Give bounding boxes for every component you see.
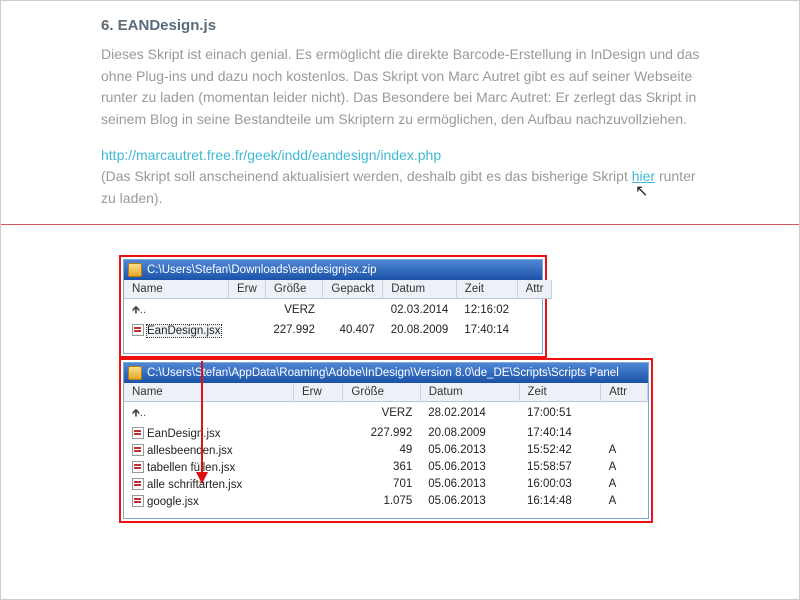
col-header[interactable]: Name (124, 383, 294, 402)
cell-date: 20.08.2009 (420, 425, 519, 442)
col-header[interactable]: Zeit (519, 383, 601, 402)
cell-erw (294, 459, 343, 476)
cell-attr (601, 401, 648, 425)
section-paragraph: Dieses Skript ist einach genial. Es ermö… (101, 44, 709, 131)
note-prefix: (Das Skript soll anscheinend aktualisier… (101, 168, 632, 184)
cell-time: 15:58:57 (519, 459, 601, 476)
cell-size: 49 (343, 442, 420, 459)
cell-attr: A (601, 476, 648, 493)
table-row[interactable]: google.jsx 1.07505.06.201316:14:48A (124, 493, 648, 510)
up-icon: 🡹.. (132, 404, 146, 423)
cell-attr: A (601, 459, 648, 476)
file-icon (132, 478, 144, 490)
red-arrow (201, 361, 203, 483)
cell-erw (294, 425, 343, 442)
cell-date: 05.06.2013 (420, 493, 519, 510)
col-header[interactable]: Name (124, 280, 229, 299)
cell-date: 20.08.2009 (383, 322, 457, 339)
cell-erw (294, 476, 343, 493)
cell-size: 227.992 (265, 322, 323, 339)
cell-size: 361 (343, 459, 420, 476)
cell-name: alle schriftarten.jsx (124, 476, 294, 493)
folder-icon (128, 366, 142, 380)
cell-erw (229, 322, 266, 339)
cell-name: EanDesign.jsx (124, 322, 229, 339)
screenshot-scripts-panel: C:\Users\Stefan\AppData\Roaming\Adobe\In… (119, 358, 653, 523)
table-row[interactable]: 🡹.. VERZ 02.03.201412:16:02 (124, 298, 552, 322)
col-header[interactable]: Datum (420, 383, 519, 402)
col-header[interactable]: Gepackt (323, 280, 383, 299)
cell-name: allesbeenden.jsx (124, 442, 294, 459)
col-header[interactable]: Zeit (456, 280, 517, 299)
cell-size: 701 (343, 476, 420, 493)
path-1: C:\Users\Stefan\Downloads\eandesignjsx.z… (147, 264, 376, 276)
folder-icon (128, 263, 142, 277)
col-header[interactable]: Attr (517, 280, 552, 299)
cell-attr (601, 425, 648, 442)
cell-size: 227.992 (343, 425, 420, 442)
cell-time: 12:16:02 (456, 298, 517, 322)
cell-size: VERZ (343, 401, 420, 425)
cell-time: 16:14:48 (519, 493, 601, 510)
col-header[interactable]: Erw (229, 280, 266, 299)
cell-attr: A (601, 442, 648, 459)
file-icon (132, 495, 144, 507)
cell-attr (517, 322, 552, 339)
file-icon (132, 461, 144, 473)
cell-date: 02.03.2014 (383, 298, 457, 322)
cell-date: 28.02.2014 (420, 401, 519, 425)
cell-name: 🡹.. (124, 298, 229, 322)
cell-name: tabellen füllen.jsx (124, 459, 294, 476)
section-title: 6. EANDesign.js (101, 17, 709, 34)
path-2: C:\Users\Stefan\AppData\Roaming\Adobe\In… (147, 367, 619, 379)
col-header[interactable]: Datum (383, 280, 457, 299)
hier-link[interactable]: hier (632, 168, 655, 184)
cell-date: 05.06.2013 (420, 476, 519, 493)
cell-attr (517, 298, 552, 322)
cell-date: 05.06.2013 (420, 442, 519, 459)
screenshots-area: C:\Users\Stefan\Downloads\eandesignjsx.z… (1, 255, 799, 523)
cell-attr: A (601, 493, 648, 510)
screenshot-zip: C:\Users\Stefan\Downloads\eandesignjsx.z… (119, 255, 547, 358)
titlebar-1: C:\Users\Stefan\Downloads\eandesignjsx.z… (124, 260, 542, 280)
table-row[interactable]: EanDesign.jsx 227.99240.40720.08.200917:4… (124, 322, 552, 339)
col-header[interactable]: Größe (265, 280, 323, 299)
cell-packed: 40.407 (323, 322, 383, 339)
download-link[interactable]: http://marcautret.free.fr/geek/indd/eand… (101, 147, 441, 163)
cell-time: 15:52:42 (519, 442, 601, 459)
cell-time: 17:40:14 (519, 425, 601, 442)
file-icon (132, 427, 144, 439)
cell-erw (294, 493, 343, 510)
col-header[interactable]: Attr (601, 383, 648, 402)
cell-packed (323, 298, 383, 322)
cell-date: 05.06.2013 (420, 459, 519, 476)
section-link-block: http://marcautret.free.fr/geek/indd/eand… (101, 145, 709, 210)
cell-size: VERZ (265, 298, 323, 322)
col-header[interactable]: Erw (294, 383, 343, 402)
columns-1: NameErwGrößeGepacktDatumZeitAttr (124, 280, 552, 299)
cell-time: 17:00:51 (519, 401, 601, 425)
cell-erw (229, 298, 266, 322)
cell-time: 17:40:14 (456, 322, 517, 339)
cell-size: 1.075 (343, 493, 420, 510)
up-icon: 🡹.. (132, 301, 146, 320)
divider (1, 224, 799, 225)
cell-name: google.jsx (124, 493, 294, 510)
cell-time: 16:00:03 (519, 476, 601, 493)
cell-name: EanDesign.jsx (124, 425, 294, 442)
file-icon (132, 444, 144, 456)
cell-erw (294, 401, 343, 425)
file-icon (132, 324, 144, 336)
col-header[interactable]: Größe (343, 383, 420, 402)
cell-erw (294, 442, 343, 459)
cell-name: 🡹.. (124, 401, 294, 425)
